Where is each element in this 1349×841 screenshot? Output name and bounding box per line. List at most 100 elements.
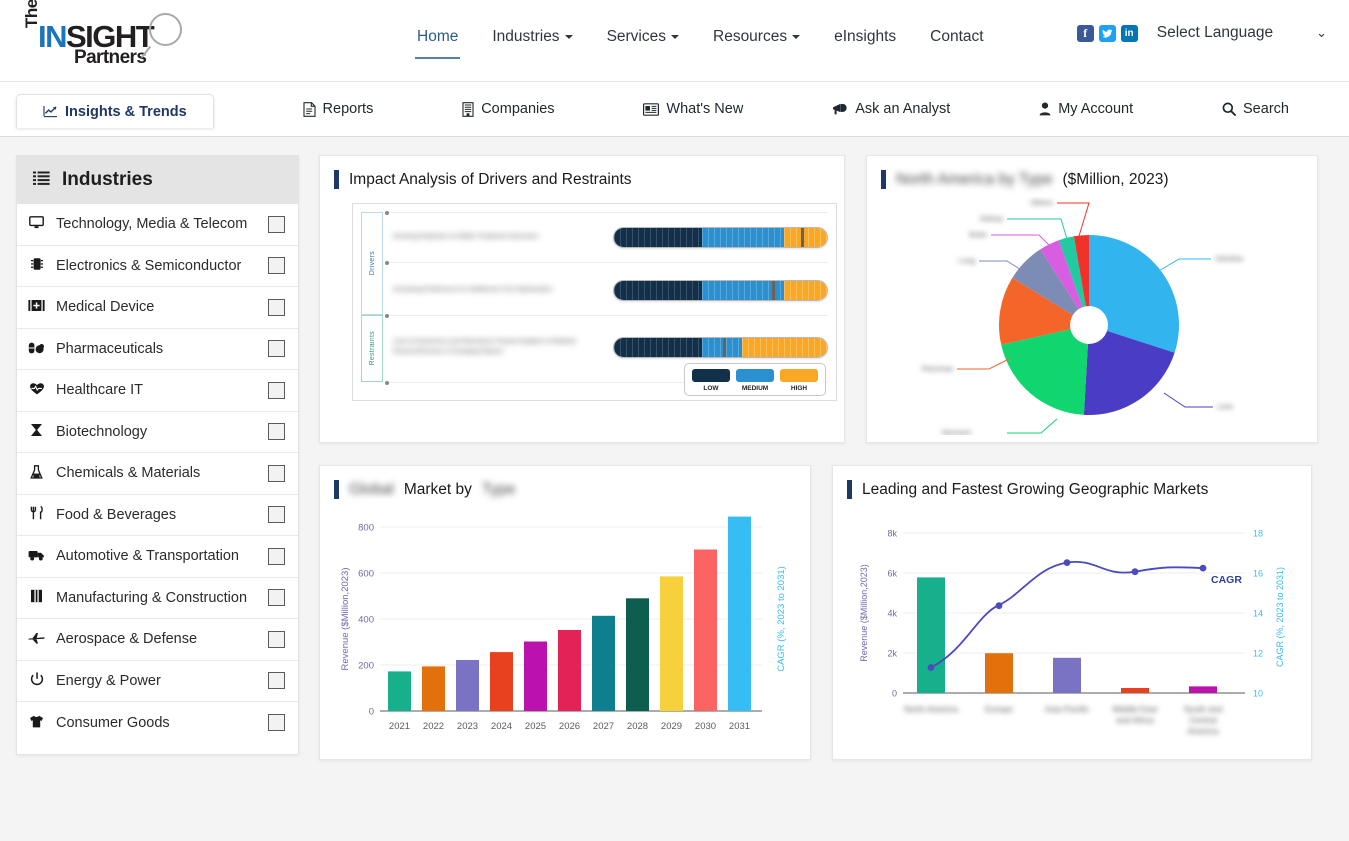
- nav-item-resources[interactable]: Resources: [696, 24, 817, 50]
- subnav-item-my-account[interactable]: My Account: [1039, 101, 1133, 117]
- bar-2024[interactable]: [490, 652, 513, 711]
- list-item[interactable]: Healthcare IT: [17, 370, 298, 412]
- list-item[interactable]: Technology, Media & Telecom: [17, 204, 298, 246]
- bar-xtick-2025: 2025: [525, 721, 546, 732]
- facebook-icon[interactable]: f: [1077, 25, 1094, 42]
- chevron-down-icon[interactable]: ⌄: [1316, 25, 1327, 41]
- industry-checkbox[interactable]: [268, 506, 285, 523]
- subnav-item-whats-new[interactable]: What's New: [643, 101, 743, 117]
- industry-checkbox[interactable]: [268, 589, 285, 606]
- nav-item-industries[interactable]: Industries: [475, 24, 589, 50]
- industry-checkbox[interactable]: [268, 299, 285, 316]
- nav-item-home[interactable]: Home: [400, 24, 475, 50]
- industry-checkbox[interactable]: [268, 216, 285, 233]
- bar-2027[interactable]: [592, 616, 615, 711]
- geo-bar-asia-pacific[interactable]: [1053, 658, 1081, 693]
- bar-2025[interactable]: [524, 642, 547, 712]
- bar-xtick-2022: 2022: [423, 721, 444, 732]
- bar-xtick-2024: 2024: [491, 721, 512, 732]
- subnav-item-search[interactable]: Search: [1222, 101, 1289, 117]
- north-america-by-type-card: North America by Type ($Million, 2023): [866, 155, 1318, 443]
- list-item[interactable]: Pharmaceuticals: [17, 329, 298, 371]
- industry-checkbox[interactable]: [268, 423, 285, 440]
- bar-xtick-2030: 2030: [695, 721, 716, 732]
- bar-2021[interactable]: [388, 671, 411, 711]
- bar-2022[interactable]: [422, 666, 445, 711]
- nav-item-services[interactable]: Services: [590, 24, 696, 50]
- industry-list: Technology, Media & Telecom Electronics …: [17, 204, 298, 744]
- bar-xtick-2021: 2021: [389, 721, 410, 732]
- list-item[interactable]: Electronics & Semiconductor: [17, 246, 298, 288]
- geo-bar-europe[interactable]: [985, 653, 1013, 693]
- header-utilities: f in Select Language ⌄: [1077, 24, 1327, 42]
- title-accent-bar: [881, 170, 886, 189]
- bar-2030[interactable]: [694, 550, 717, 712]
- subnav-item-reports[interactable]: Reports: [303, 101, 374, 117]
- bar-xtick-2028: 2028: [627, 721, 648, 732]
- bar-2026[interactable]: [558, 630, 581, 711]
- list-item-label: Electronics & Semiconductor: [56, 258, 258, 274]
- list-item[interactable]: Automotive & Transportation: [17, 536, 298, 578]
- geo-cagr-point-asia-pacific[interactable]: [1064, 559, 1071, 566]
- bar-2028[interactable]: [626, 598, 649, 711]
- site-logo[interactable]: The INSIGHT Partners: [22, 11, 182, 71]
- bar-ytick-200: 200: [358, 661, 374, 672]
- bar-y2-axis-label: CAGR (%, 2023 to 2031): [776, 566, 787, 672]
- impact-marker: [723, 337, 726, 358]
- legend-swatch-high: [780, 369, 818, 382]
- legend-swatch-medium: [736, 369, 774, 382]
- twitter-icon[interactable]: [1099, 25, 1116, 42]
- pie-card-title-units: ($Million, 2023): [1063, 171, 1169, 189]
- geo-y-ticks: 8k 6k 4k 2k 0: [887, 529, 897, 699]
- list-item[interactable]: Aerospace & Defense: [17, 619, 298, 661]
- industry-checkbox[interactable]: [268, 465, 285, 482]
- list-item-label: Medical Device: [56, 299, 258, 315]
- industry-checkbox[interactable]: [268, 714, 285, 731]
- list-item[interactable]: Consumer Goods: [17, 702, 298, 744]
- nav-label-home: Home: [417, 28, 458, 45]
- nav-item-einsights[interactable]: eInsights: [817, 24, 913, 50]
- industry-checkbox[interactable]: [268, 631, 285, 648]
- industry-checkbox[interactable]: [268, 382, 285, 399]
- industry-checkbox[interactable]: [268, 257, 285, 274]
- list-item[interactable]: Biotechnology: [17, 412, 298, 454]
- list-item-label: Biotechnology: [56, 424, 258, 440]
- subnav-item-insights-trends[interactable]: Insights & Trends: [16, 94, 214, 128]
- nav-item-contact[interactable]: Contact: [913, 24, 1000, 50]
- geo-bar-middle-east-africa[interactable]: [1121, 688, 1149, 693]
- list-item[interactable]: Manufacturing & Construction: [17, 578, 298, 620]
- industry-checkbox[interactable]: [268, 672, 285, 689]
- list-item[interactable]: Energy & Power: [17, 661, 298, 703]
- geo-cagr-point-south-central-america[interactable]: [1200, 565, 1207, 572]
- geo-cagr-point-europe[interactable]: [996, 602, 1003, 609]
- list-item-label: Healthcare IT: [56, 382, 258, 398]
- subnav-item-ask-an-analyst[interactable]: Ask an Analyst: [832, 101, 950, 117]
- impact-row: Increasing Preference for Healthcare Cos…: [387, 265, 828, 315]
- flask-icon: [27, 465, 46, 482]
- top-header: The INSIGHT Partners Home Industries Ser…: [0, 0, 1349, 82]
- industry-checkbox[interactable]: [268, 548, 285, 565]
- list-item[interactable]: Chemicals & Materials: [17, 453, 298, 495]
- impact-group-restraints: Restraints: [361, 315, 383, 382]
- geo-bar-south-central-america[interactable]: [1189, 686, 1217, 693]
- bar-2023[interactable]: [456, 660, 479, 711]
- list-item[interactable]: Food & Beverages: [17, 495, 298, 537]
- impact-group-drivers-label: Drivers: [369, 251, 376, 275]
- geo-cagr-point-middle-east-africa[interactable]: [1132, 568, 1139, 575]
- list-item[interactable]: Medical Device: [17, 287, 298, 329]
- geo-cagr-point-north-america[interactable]: [928, 664, 935, 671]
- legend-item-low: LOW: [692, 369, 730, 392]
- language-selector-label[interactable]: Select Language: [1157, 24, 1273, 42]
- industry-checkbox[interactable]: [268, 340, 285, 357]
- chip-icon: [27, 257, 46, 274]
- pie-label-others: Others: [1030, 198, 1053, 207]
- user-icon: [1039, 102, 1051, 116]
- legend-item-high: HIGH: [780, 369, 818, 392]
- bar-2031[interactable]: [728, 517, 751, 711]
- impact-legend: LOW MEDIUM HIGH: [684, 363, 826, 396]
- nav-label-contact: Contact: [930, 28, 983, 45]
- geo-bar-north-america[interactable]: [917, 577, 945, 693]
- linkedin-icon[interactable]: in: [1121, 25, 1138, 42]
- subnav-item-companies[interactable]: Companies: [462, 101, 554, 117]
- bar-2029[interactable]: [660, 576, 683, 711]
